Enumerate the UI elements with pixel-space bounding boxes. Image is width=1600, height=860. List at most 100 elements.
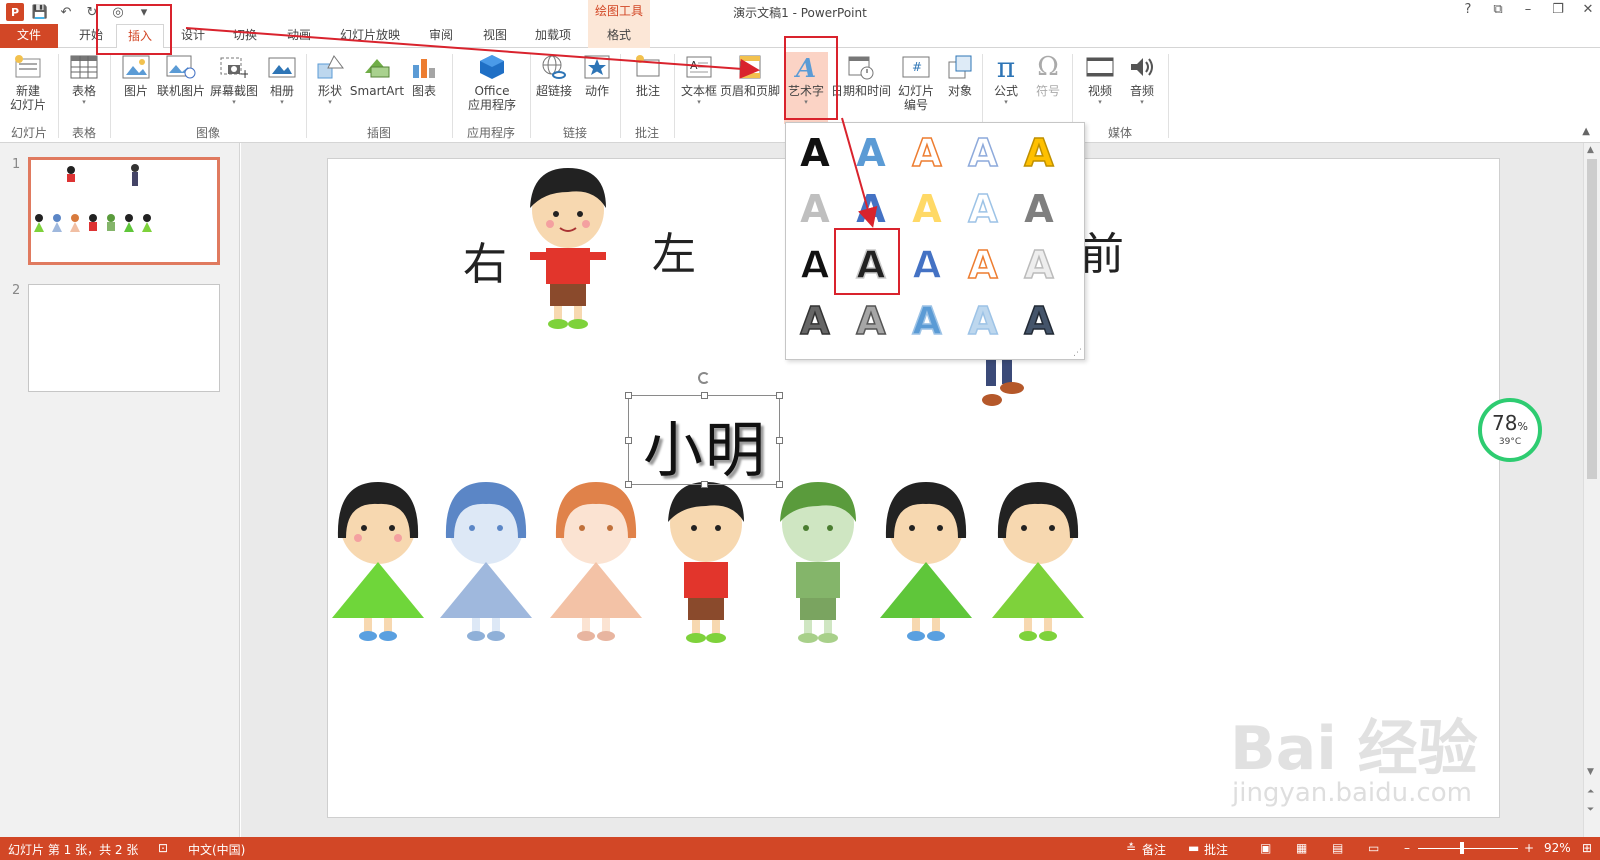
- wordart-style-r3-c4[interactable]: A: [958, 241, 1008, 289]
- tab-format[interactable]: 格式: [588, 24, 650, 48]
- kid-girl-blue-image[interactable]: [438, 478, 534, 648]
- slide-number-button[interactable]: # 幻灯片 编号: [892, 52, 940, 124]
- scroll-thumb[interactable]: [1587, 159, 1597, 479]
- chart-button[interactable]: 图表: [406, 52, 442, 124]
- resize-handle-sw[interactable]: [625, 481, 632, 488]
- resize-handle-s[interactable]: [701, 481, 708, 488]
- slide-sorter-icon[interactable]: ▦: [1296, 841, 1307, 855]
- scroll-up-icon[interactable]: ▲: [1587, 145, 1594, 155]
- object-button[interactable]: 对象: [940, 52, 980, 124]
- tab-transitions[interactable]: 切换: [224, 24, 266, 48]
- wordart-style-r2-c5[interactable]: A: [1014, 185, 1064, 233]
- audio-button[interactable]: 音频 ▾: [1122, 52, 1162, 124]
- kid-boy-red-image[interactable]: [658, 476, 754, 648]
- kid-girl-peach-image[interactable]: [548, 478, 644, 648]
- fit-to-window-icon[interactable]: ⊞: [1582, 841, 1592, 855]
- wordart-style-r2-c2[interactable]: A: [846, 185, 896, 233]
- spellcheck-icon[interactable]: ⊡: [158, 841, 168, 855]
- vertical-scrollbar[interactable]: ▲ ▼ ⏶ ⏷: [1583, 143, 1600, 837]
- resize-handle-e[interactable]: [776, 437, 783, 444]
- comments-icon[interactable]: ▬: [1188, 841, 1199, 855]
- ribbon-display-icon[interactable]: ⧉: [1490, 2, 1506, 17]
- wordart-style-r4-c4[interactable]: A: [958, 297, 1008, 345]
- wordart-style-r1-c4[interactable]: A: [958, 129, 1008, 177]
- slideshow-view-icon[interactable]: ▭: [1368, 841, 1379, 855]
- resize-handle-w[interactable]: [625, 437, 632, 444]
- kid-girl-green-3-image[interactable]: [990, 478, 1086, 648]
- help-icon[interactable]: ?: [1460, 2, 1476, 17]
- system-monitor-gauge[interactable]: 78% 39°C: [1478, 398, 1542, 462]
- hyperlink-button[interactable]: 超链接: [532, 52, 576, 124]
- notes-button[interactable]: 备注: [1142, 841, 1166, 858]
- wordart-style-r4-c1[interactable]: A: [790, 297, 840, 345]
- tab-review[interactable]: 审阅: [420, 24, 462, 48]
- tab-slideshow[interactable]: 幻灯片放映: [332, 24, 408, 48]
- boy-red-shirt-image[interactable]: [520, 162, 616, 334]
- scroll-down-icon[interactable]: ▼: [1587, 767, 1594, 777]
- collapse-ribbon-icon[interactable]: ▲: [1582, 126, 1590, 137]
- kid-girl-green-1-image[interactable]: [330, 478, 426, 648]
- minimize-icon[interactable]: –: [1520, 2, 1536, 17]
- rotate-handle[interactable]: [698, 372, 710, 384]
- boy-legs-image[interactable]: [978, 356, 1038, 416]
- slide-thumbnail-2[interactable]: [28, 284, 220, 392]
- table-button[interactable]: 表格 ▾: [62, 52, 106, 124]
- language-status[interactable]: 中文(中国): [188, 841, 245, 858]
- zoom-in-icon[interactable]: +: [1524, 841, 1534, 855]
- wordart-style-r2-c4[interactable]: A: [958, 185, 1008, 233]
- resize-handle-ne[interactable]: [776, 392, 783, 399]
- picture-button[interactable]: 图片: [116, 52, 156, 124]
- wordart-style-r3-c5[interactable]: A: [1014, 241, 1064, 289]
- kid-girl-green-2-image[interactable]: [878, 478, 974, 648]
- wordart-style-r4-c2[interactable]: A: [846, 297, 896, 345]
- tab-file[interactable]: 文件: [0, 24, 58, 48]
- resize-handle-se[interactable]: [776, 481, 783, 488]
- comment-button[interactable]: 批注: [628, 52, 668, 124]
- datetime-button[interactable]: 日期和时间: [830, 52, 892, 124]
- wordart-style-r3-c1[interactable]: A: [790, 241, 840, 289]
- slide-text-left[interactable]: 左: [652, 218, 696, 282]
- shapes-button[interactable]: 形状 ▾: [310, 52, 350, 124]
- equation-button[interactable]: π 公式 ▾: [986, 51, 1026, 124]
- zoom-slider[interactable]: [1418, 848, 1518, 849]
- prev-slide-icon[interactable]: ⏶: [1587, 787, 1594, 797]
- online-picture-button[interactable]: 联机图片: [156, 52, 206, 124]
- zoom-out-icon[interactable]: –: [1404, 841, 1410, 855]
- album-button[interactable]: 相册 ▾: [262, 52, 302, 124]
- resize-handle-nw[interactable]: [625, 392, 632, 399]
- tab-addins[interactable]: 加载项: [528, 24, 578, 48]
- notes-icon[interactable]: ≛: [1126, 841, 1136, 855]
- tab-view[interactable]: 视图: [474, 24, 516, 48]
- normal-view-icon[interactable]: ▣: [1260, 841, 1271, 855]
- tab-design[interactable]: 设计: [172, 24, 214, 48]
- wordart-style-r1-c1[interactable]: A: [790, 129, 840, 177]
- reading-view-icon[interactable]: ▤: [1332, 841, 1343, 855]
- next-slide-icon[interactable]: ⏷: [1587, 805, 1594, 815]
- close-icon[interactable]: ✕: [1580, 2, 1596, 17]
- symbol-button[interactable]: Ω 符号: [1028, 52, 1068, 124]
- screenshot-button[interactable]: + 屏幕截图 ▾: [208, 52, 260, 124]
- wordart-textbox[interactable]: 小明: [625, 392, 783, 488]
- slide-text-right[interactable]: 右: [463, 228, 507, 292]
- wordart-style-r4-c3[interactable]: A: [902, 297, 952, 345]
- wordart-text[interactable]: 小明: [629, 402, 781, 489]
- action-button[interactable]: 动作: [578, 52, 616, 124]
- wordart-style-r1-c2[interactable]: A: [846, 129, 896, 177]
- new-slide-button[interactable]: 新建 幻灯片: [4, 52, 52, 124]
- zoom-slider-knob[interactable]: [1460, 842, 1464, 854]
- resize-handle-n[interactable]: [701, 392, 708, 399]
- office-apps-button[interactable]: Office 应用程序: [460, 52, 524, 124]
- slide-thumbnail-1[interactable]: [28, 157, 220, 265]
- tab-animations[interactable]: 动画: [278, 24, 320, 48]
- gallery-resize-grip-icon[interactable]: ⋰: [1073, 348, 1082, 358]
- smartart-button[interactable]: SmartArt: [350, 52, 404, 124]
- wordart-style-r2-c3[interactable]: A: [902, 185, 952, 233]
- wordart-style-r2-c1[interactable]: A: [790, 185, 840, 233]
- kid-boy-green-image[interactable]: [770, 476, 866, 648]
- restore-icon[interactable]: ❐: [1550, 2, 1566, 17]
- comments-button[interactable]: 批注: [1204, 841, 1228, 858]
- video-button[interactable]: 视频 ▾: [1080, 52, 1120, 124]
- wordart-style-r4-c5[interactable]: A: [1014, 297, 1064, 345]
- wordart-style-r3-c3[interactable]: A: [902, 241, 952, 289]
- textbox-button[interactable]: A 文本框 ▾: [678, 52, 720, 124]
